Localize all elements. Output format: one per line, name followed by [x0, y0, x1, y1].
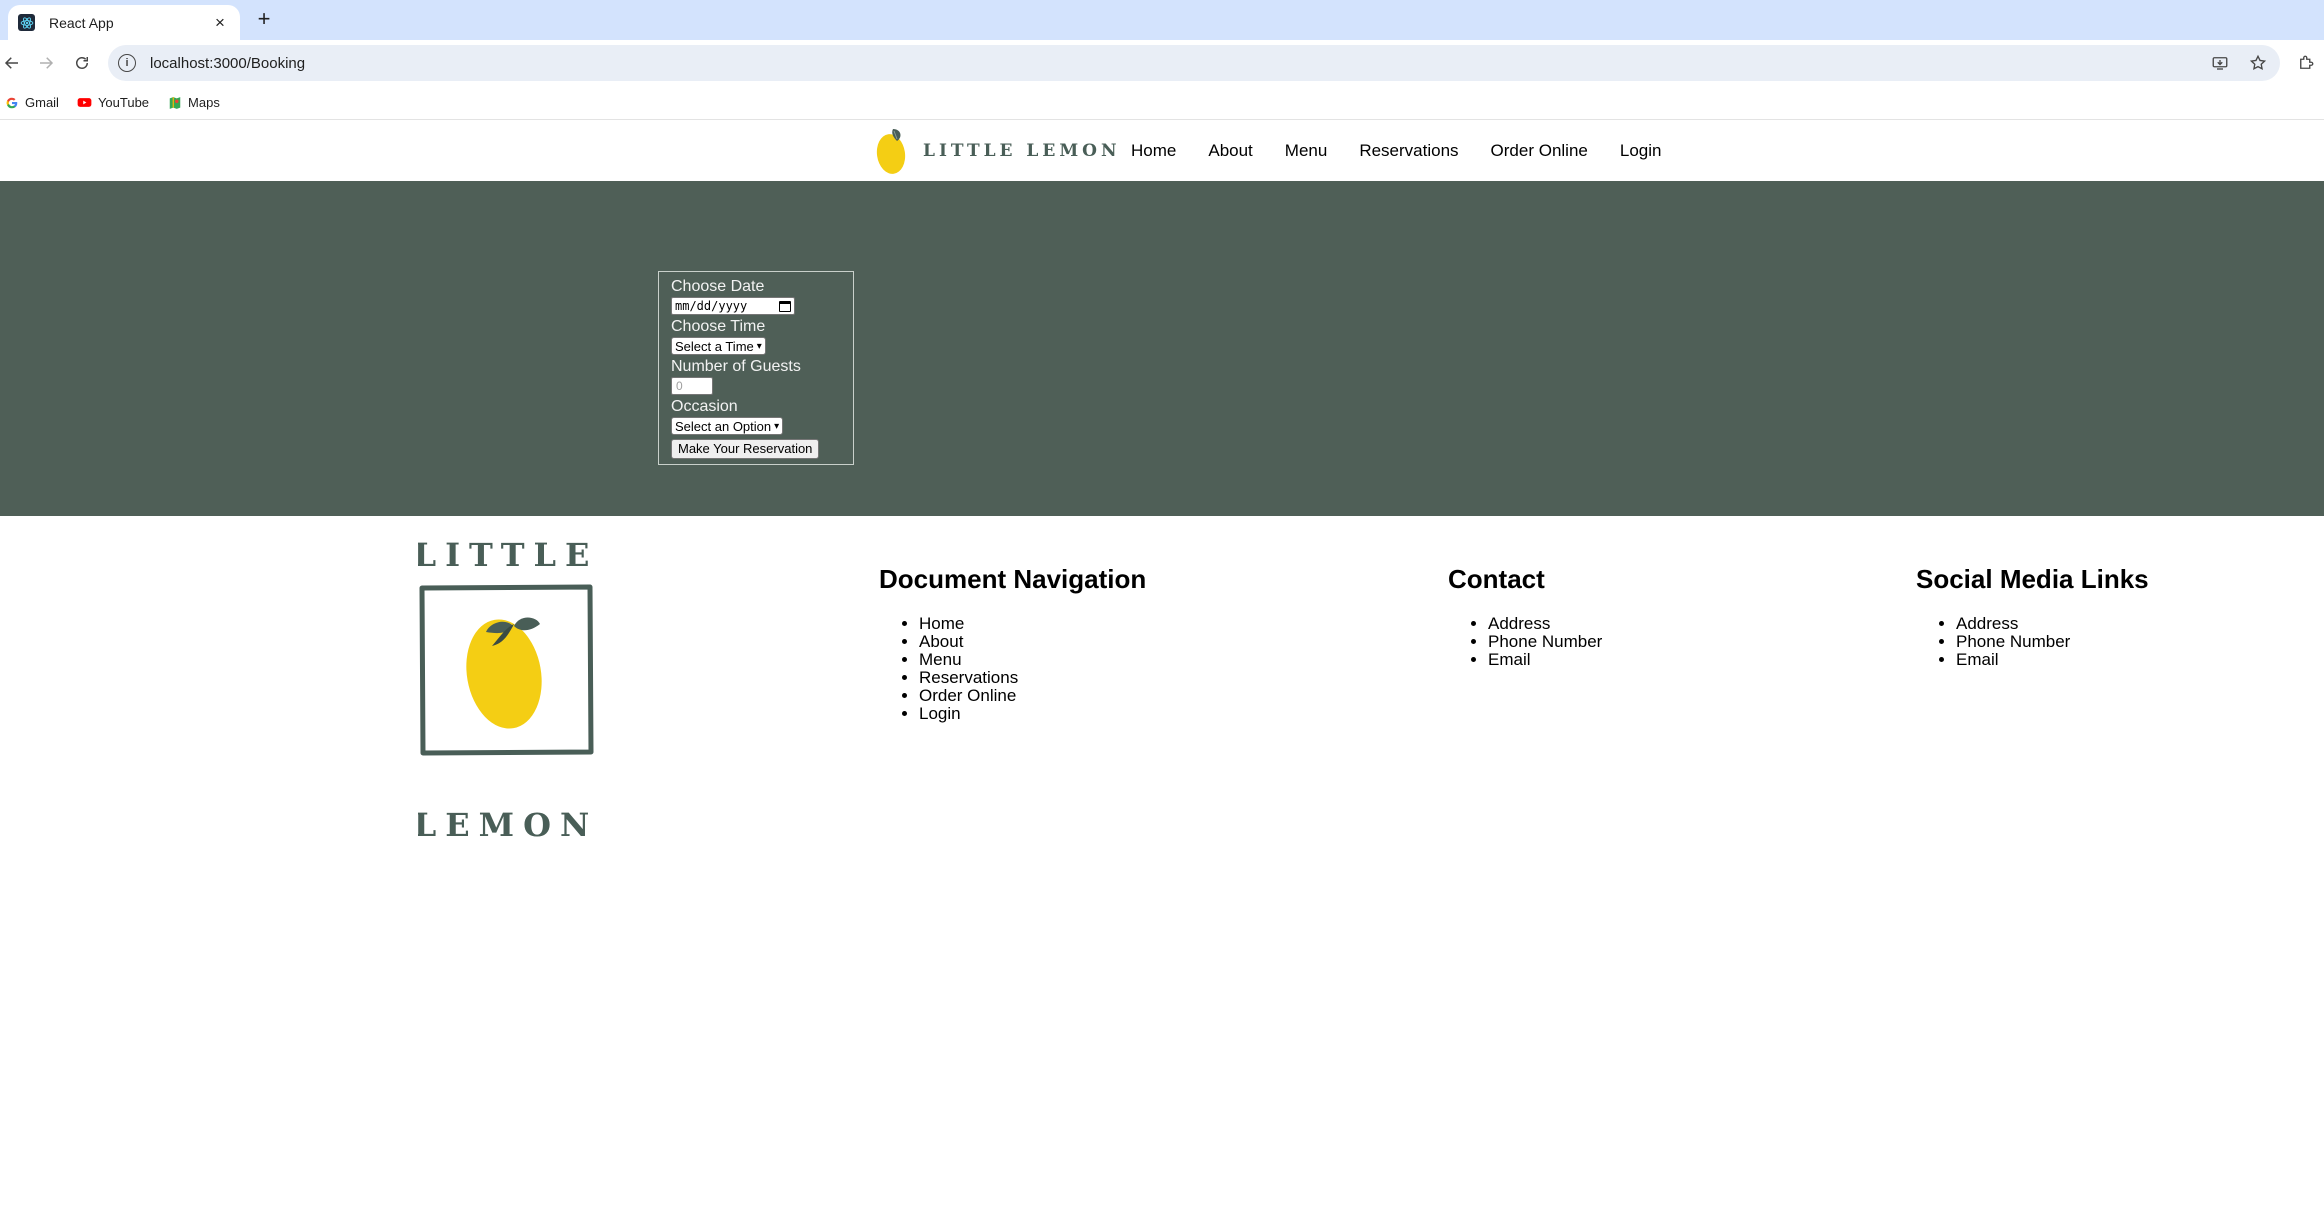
- date-placeholder: mm/dd/yyyy: [675, 299, 748, 313]
- make-reservation-button[interactable]: Make Your Reservation: [671, 439, 820, 459]
- browser-tab[interactable]: React App ×: [8, 5, 240, 40]
- url-text: localhost:3000/Booking: [150, 54, 306, 72]
- footer-contact-title: Contact: [1448, 564, 1545, 594]
- footer-nav-title: Document Navigation: [879, 564, 1147, 594]
- bookmark-youtube[interactable]: YouTube: [77, 95, 149, 110]
- bookmark-label: Maps: [188, 95, 220, 110]
- address-bar[interactable]: i localhost:3000/Booking: [108, 45, 2280, 81]
- back-arrow-icon[interactable]: [0, 51, 24, 75]
- footer-nav-item[interactable]: Reservations: [919, 669, 1146, 687]
- footer-nav-item[interactable]: Menu: [919, 651, 1146, 669]
- footer-contact-list: Address Phone Number Email: [1448, 615, 1602, 669]
- forward-arrow-icon[interactable]: [34, 51, 58, 75]
- nav-link-about[interactable]: About: [1208, 141, 1252, 161]
- new-tab-button[interactable]: +: [252, 8, 276, 32]
- tab-title: React App: [49, 14, 114, 31]
- footer-nav-column: Document Navigation Home About Menu Rese…: [879, 564, 1146, 723]
- extensions-puzzle-icon[interactable]: [2294, 51, 2318, 75]
- occasion-select-value: Select an Option: [675, 418, 772, 434]
- booking-section: Choose Date mm/dd/yyyy Choose Time Selec…: [0, 181, 2324, 516]
- page-content: LITTLE LEMON Home About Menu Reservation…: [0, 121, 2324, 1211]
- bookmark-gmail[interactable]: Gmail: [4, 95, 59, 110]
- header-logo[interactable]: LITTLE LEMON: [873, 123, 1121, 179]
- guests-label: Number of Guests: [671, 358, 801, 375]
- browser-toolbar: i localhost:3000/Booking: [0, 40, 2324, 86]
- maps-icon: [167, 95, 182, 110]
- date-input[interactable]: mm/dd/yyyy: [671, 297, 795, 315]
- logo-wordmark: LITTLE LEMON: [923, 141, 1121, 161]
- main-nav: Home About Menu Reservations Order Onlin…: [1131, 121, 1661, 181]
- nav-link-reservations[interactable]: Reservations: [1359, 141, 1458, 161]
- footer-nav-item[interactable]: Home: [919, 615, 1146, 633]
- time-label: Choose Time: [671, 318, 766, 335]
- youtube-icon: [77, 95, 92, 110]
- bookmarks-bar: Gmail YouTube Maps: [0, 86, 2324, 120]
- nav-link-menu[interactable]: Menu: [1285, 141, 1328, 161]
- chevron-down-icon: ▾: [774, 420, 780, 432]
- bookmark-maps[interactable]: Maps: [167, 95, 220, 110]
- footer-logo-bottom-text: LEMON: [418, 806, 594, 842]
- browser-tab-bar: React App × +: [0, 0, 2324, 40]
- footer-social-title: Social Media Links: [1916, 564, 2149, 594]
- site-header: LITTLE LEMON Home About Menu Reservation…: [0, 121, 2324, 181]
- footer-social-list: Address Phone Number Email: [1916, 615, 2149, 669]
- guests-placeholder: 0: [676, 379, 683, 393]
- footer-social-item[interactable]: Address: [1956, 615, 2149, 633]
- footer-nav-list: Home About Menu Reservations Order Onlin…: [879, 615, 1146, 723]
- footer-nav-item[interactable]: Login: [919, 705, 1146, 723]
- footer-social-item[interactable]: Email: [1956, 651, 2149, 669]
- guests-input[interactable]: 0: [671, 377, 713, 395]
- install-app-icon[interactable]: [2208, 51, 2232, 75]
- nav-link-home[interactable]: Home: [1131, 141, 1176, 161]
- occasion-label: Occasion: [671, 398, 738, 415]
- google-g-icon: [4, 95, 19, 110]
- bookmark-star-icon[interactable]: [2246, 51, 2270, 75]
- date-label: Choose Date: [671, 278, 765, 295]
- tab-close-icon[interactable]: ×: [210, 13, 230, 33]
- reload-icon[interactable]: [70, 51, 94, 75]
- booking-form: Choose Date mm/dd/yyyy Choose Time Selec…: [658, 271, 854, 465]
- occasion-select[interactable]: Select an Option ▾: [671, 417, 784, 435]
- footer-nav-item[interactable]: Order Online: [919, 687, 1146, 705]
- footer-contact-item[interactable]: Email: [1488, 651, 1602, 669]
- site-footer: LITTLE LEMON Document Navigation Home Ab…: [0, 516, 2324, 1211]
- footer-contact-column: Contact Address Phone Number Email: [1448, 564, 1602, 669]
- nav-link-order-online[interactable]: Order Online: [1491, 141, 1588, 161]
- time-select[interactable]: Select a Time ▾: [671, 337, 766, 355]
- lemon-logo-icon: [876, 129, 906, 174]
- chevron-down-icon: ▾: [756, 340, 762, 352]
- time-select-value: Select a Time: [675, 338, 754, 354]
- bookmark-label: Gmail: [25, 95, 59, 110]
- footer-logo: LITTLE LEMON: [418, 536, 594, 842]
- calendar-icon[interactable]: [779, 300, 791, 312]
- footer-social-item[interactable]: Phone Number: [1956, 633, 2149, 651]
- nav-link-login[interactable]: Login: [1620, 141, 1662, 161]
- footer-logo-top-text: LITTLE: [418, 536, 594, 574]
- footer-social-column: Social Media Links Address Phone Number …: [1916, 564, 2149, 669]
- footer-contact-item[interactable]: Phone Number: [1488, 633, 1602, 651]
- react-favicon-icon: [18, 14, 35, 31]
- footer-nav-item[interactable]: About: [919, 633, 1146, 651]
- site-info-icon[interactable]: i: [118, 54, 136, 72]
- bookmark-label: YouTube: [97, 95, 150, 110]
- footer-contact-item[interactable]: Address: [1488, 615, 1602, 633]
